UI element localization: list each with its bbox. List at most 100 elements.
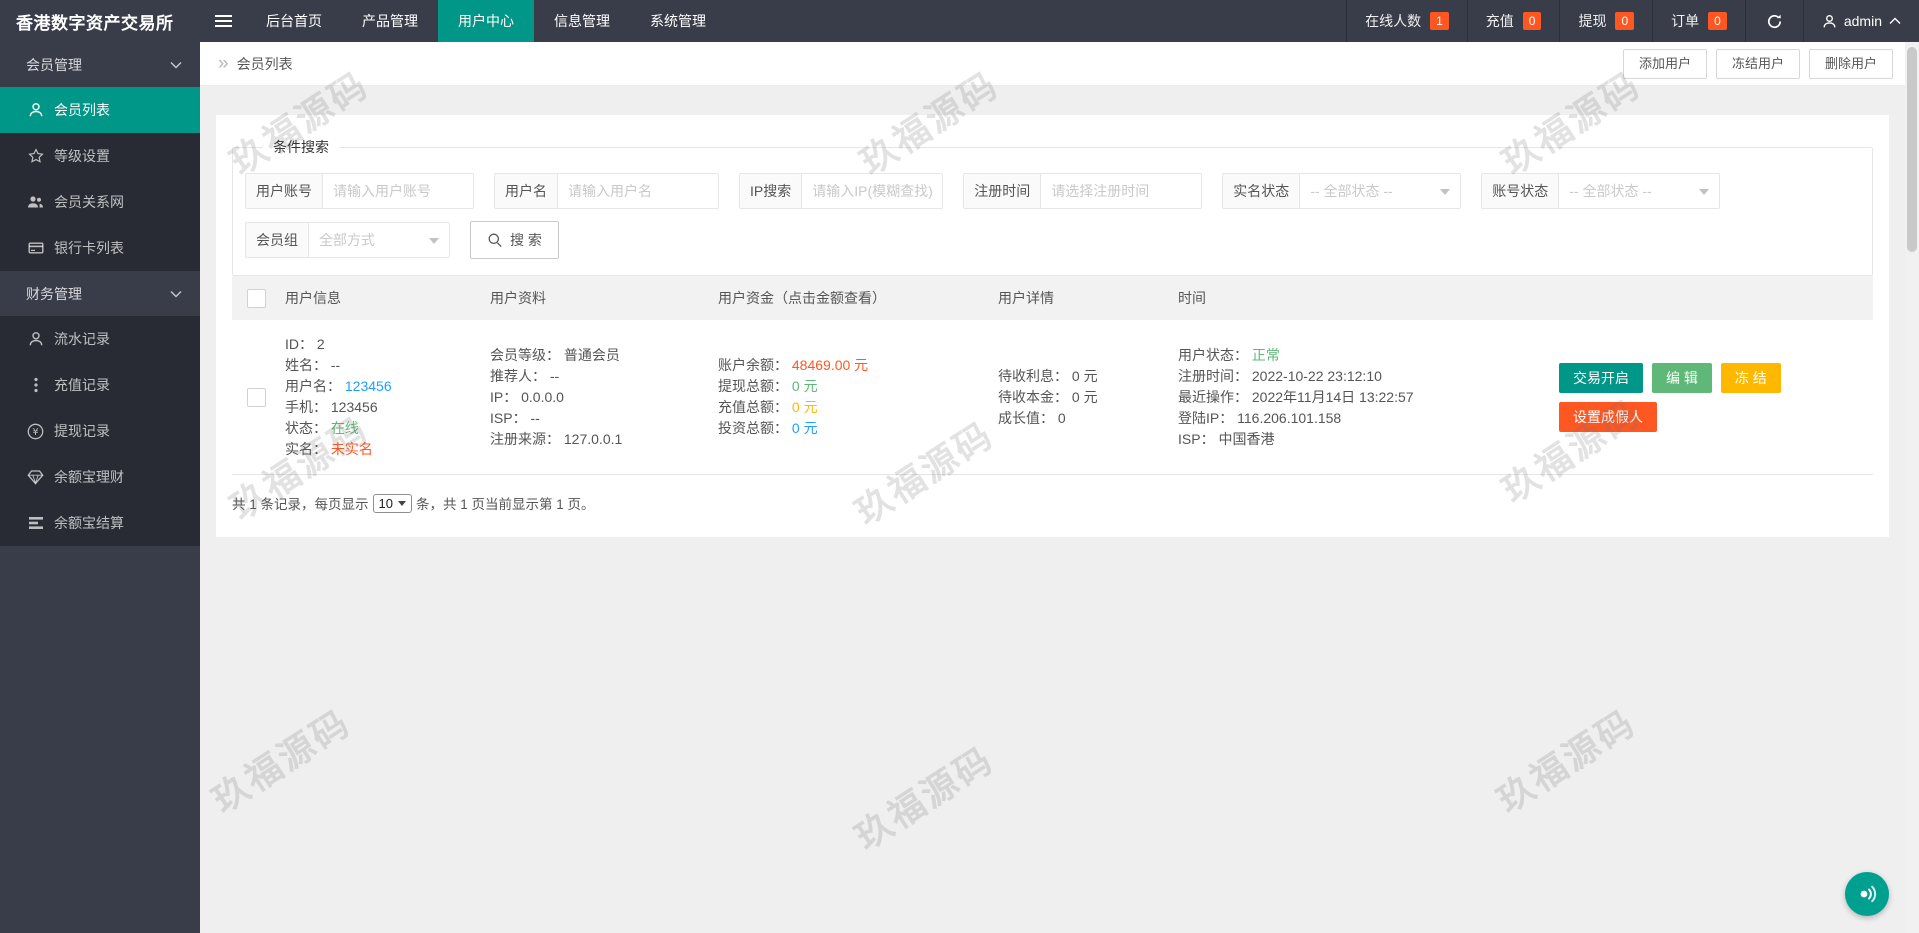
account-status-select[interactable]: -- 全部状态 -- bbox=[1558, 173, 1721, 209]
pagination: 共 1 条记录，每页显示 10 条，共 1 页当前显示第 1 页。 bbox=[232, 493, 1873, 513]
scrollbar-track bbox=[1905, 42, 1919, 933]
pagination-prefix: 共 1 条记录，每页显示 bbox=[232, 497, 369, 512]
order-count-badge: 0 bbox=[1708, 12, 1727, 30]
sidebar-item-yuebao-settlement[interactable]: 余额宝结算 bbox=[0, 500, 200, 546]
username-input[interactable] bbox=[557, 173, 719, 209]
refresh-button[interactable] bbox=[1744, 0, 1803, 42]
member-group-select[interactable]: 全部方式 bbox=[308, 222, 450, 258]
sidebar-item-recharge-records[interactable]: 充值记录 bbox=[0, 362, 200, 408]
sidebar-item-yuebao-finance[interactable]: 余额宝理财 bbox=[0, 454, 200, 500]
col-header-user-info: 用户信息 bbox=[285, 289, 341, 306]
field-username: 用户名 bbox=[494, 173, 719, 209]
account-balance-link[interactable]: 48469.00 元 bbox=[792, 357, 868, 373]
group-icon bbox=[26, 194, 45, 210]
members-table: 用户信息 用户资料 用户资金（点击金额查看） 用户详情 时间 ID： 2 姓名：… bbox=[232, 276, 1873, 475]
row-checkbox[interactable] bbox=[246, 387, 266, 407]
field-user-account: 用户账号 bbox=[245, 173, 474, 209]
search-row-2: 会员组 全部方式 搜 索 bbox=[245, 221, 1860, 259]
table-header: 用户信息 用户资料 用户资金（点击金额查看） 用户详情 时间 bbox=[232, 276, 1873, 320]
collapse-menu-button[interactable] bbox=[200, 0, 246, 42]
cell-user-funds: 账户余额： 48469.00 元 提现总额： 0 元 充值总额： 0 元 投资总… bbox=[718, 357, 869, 436]
topnav-item-user-center[interactable]: 用户中心 bbox=[438, 0, 534, 42]
field-account-status: 账号状态 -- 全部状态 -- bbox=[1481, 173, 1721, 209]
main-area: » 会员列表 添加用户 冻结用户 删除用户 条件搜索 用户账号 用户名 IP搜索 bbox=[200, 42, 1905, 933]
page-size-select[interactable]: 10 bbox=[372, 493, 412, 513]
bank-card-icon bbox=[26, 240, 45, 256]
freeze-user-button[interactable]: 冻结用户 bbox=[1715, 48, 1800, 79]
cell-user-info: ID： 2 姓名： -- 用户名： 123456 手机： 123456 状态： … bbox=[285, 336, 392, 457]
ip-search-input[interactable] bbox=[801, 173, 944, 209]
user-icon bbox=[1823, 14, 1836, 27]
online-status: 在线 bbox=[330, 420, 359, 436]
breadcrumb-arrow-icon: » bbox=[218, 53, 229, 74]
sidebar-item-member-list[interactable]: 会员列表 bbox=[0, 87, 200, 133]
topnav-item-home[interactable]: 后台首页 bbox=[246, 0, 342, 42]
stat-orders[interactable]: 订单 0 bbox=[1652, 0, 1745, 42]
user-account-input[interactable] bbox=[322, 173, 474, 209]
diamond-icon bbox=[26, 469, 45, 485]
search-legend: 条件搜索 bbox=[273, 139, 329, 155]
user-icon bbox=[26, 331, 45, 347]
delete-user-button[interactable]: 删除用户 bbox=[1808, 48, 1893, 79]
sidebar-section-member-mgmt[interactable]: 会员管理 bbox=[0, 42, 200, 87]
realname-status-select[interactable]: -- 全部状态 -- bbox=[1299, 173, 1462, 209]
support-widget-button[interactable] bbox=[1845, 872, 1889, 916]
top-nav: 后台首页 产品管理 用户中心 信息管理 系统管理 bbox=[246, 0, 726, 42]
search-button[interactable]: 搜 索 bbox=[470, 221, 559, 259]
user-menu[interactable]: admin bbox=[1802, 0, 1919, 42]
cell-user-profile: 会员等级： 普通会员 推荐人： -- IP： 0.0.0.0 ISP： -- 注… bbox=[490, 346, 623, 447]
stat-withdraw[interactable]: 提现 0 bbox=[1559, 0, 1652, 42]
topnav-item-system[interactable]: 系统管理 bbox=[630, 0, 726, 42]
app-logo: 香港数字资产交易所 bbox=[16, 13, 174, 33]
select-all-checkbox[interactable] bbox=[246, 288, 266, 308]
col-header-user-detail: 用户详情 bbox=[998, 289, 1054, 306]
cell-time: 用户状态： 正常 注册时间： 2022-10-22 23:12:10 最近操作：… bbox=[1178, 346, 1414, 447]
select-arrow-icon bbox=[1440, 189, 1451, 195]
sidebar-item-flow-records[interactable]: 流水记录 bbox=[0, 316, 200, 362]
sidebar-item-level-settings[interactable]: 等级设置 bbox=[0, 133, 200, 179]
sidebar-section-finance-mgmt[interactable]: 财务管理 bbox=[0, 271, 200, 316]
set-fake-user-button[interactable]: 设置成假人 bbox=[1559, 401, 1657, 432]
edit-button[interactable]: 编 辑 bbox=[1652, 362, 1712, 393]
table-row: ID： 2 姓名： -- 用户名： 123456 手机： 123456 状态： … bbox=[232, 320, 1873, 475]
content-card: 条件搜索 用户账号 用户名 IP搜索 注册时间 bbox=[216, 115, 1889, 537]
topnav-item-info[interactable]: 信息管理 bbox=[534, 0, 630, 42]
recharge-total-link[interactable]: 0 元 bbox=[792, 399, 818, 415]
select-arrow-icon bbox=[1699, 189, 1710, 195]
stat-online-users[interactable]: 在线人数 1 bbox=[1346, 0, 1467, 42]
sidebar-item-member-network[interactable]: 会员关系网 bbox=[0, 179, 200, 225]
withdraw-total-link[interactable]: 0 元 bbox=[792, 378, 818, 394]
breadcrumb: 会员列表 bbox=[236, 55, 293, 72]
field-register-time: 注册时间 bbox=[963, 173, 1203, 209]
select-arrow-icon bbox=[429, 238, 439, 244]
svg-text:¥: ¥ bbox=[32, 427, 38, 438]
breadcrumb-bar: » 会员列表 添加用户 冻结用户 删除用户 bbox=[200, 42, 1905, 86]
cell-actions: 交易开启 编 辑 冻 结 设置成假人 bbox=[1545, 362, 1873, 432]
invest-total-link[interactable]: 0 元 bbox=[792, 420, 818, 436]
list-icon bbox=[26, 516, 45, 530]
realname-status: 未实名 bbox=[330, 441, 373, 457]
username-link[interactable]: 123456 bbox=[345, 378, 392, 394]
topnav-item-products[interactable]: 产品管理 bbox=[342, 0, 438, 42]
recharge-count-badge: 0 bbox=[1522, 12, 1542, 30]
add-user-button[interactable]: 添加用户 bbox=[1622, 48, 1707, 79]
top-bar: 香港数字资产交易所 后台首页 产品管理 用户中心 信息管理 系统管理 在线人数 … bbox=[0, 0, 1919, 42]
withdraw-count-badge: 0 bbox=[1615, 12, 1635, 30]
sidebar-item-bank-cards[interactable]: 银行卡列表 bbox=[0, 225, 200, 271]
register-time-input[interactable] bbox=[1040, 173, 1203, 209]
more-vertical-icon bbox=[26, 377, 45, 393]
stat-recharge[interactable]: 充值 0 bbox=[1466, 0, 1560, 42]
user-icon bbox=[26, 102, 45, 118]
field-realname-status: 实名状态 -- 全部状态 -- bbox=[1222, 173, 1462, 209]
breadcrumb-actions: 添加用户 冻结用户 删除用户 bbox=[1622, 48, 1893, 79]
freeze-button[interactable]: 冻 结 bbox=[1720, 362, 1781, 393]
scrollbar-thumb[interactable] bbox=[1907, 47, 1917, 252]
search-icon bbox=[488, 233, 502, 248]
sidebar-item-withdraw-records[interactable]: ¥ 提现记录 bbox=[0, 408, 200, 454]
topbar-right: 在线人数 1 充值 0 提现 0 订单 0 admin bbox=[1346, 0, 1919, 42]
chevron-up-icon bbox=[1889, 17, 1901, 24]
sidebar: 会员管理 会员列表 等级设置 会员关系网 银行卡列表 财务管理 流水记录 充值记… bbox=[0, 42, 200, 933]
star-icon bbox=[26, 148, 45, 164]
trade-toggle-button[interactable]: 交易开启 bbox=[1559, 362, 1643, 393]
hamburger-icon bbox=[214, 12, 232, 30]
